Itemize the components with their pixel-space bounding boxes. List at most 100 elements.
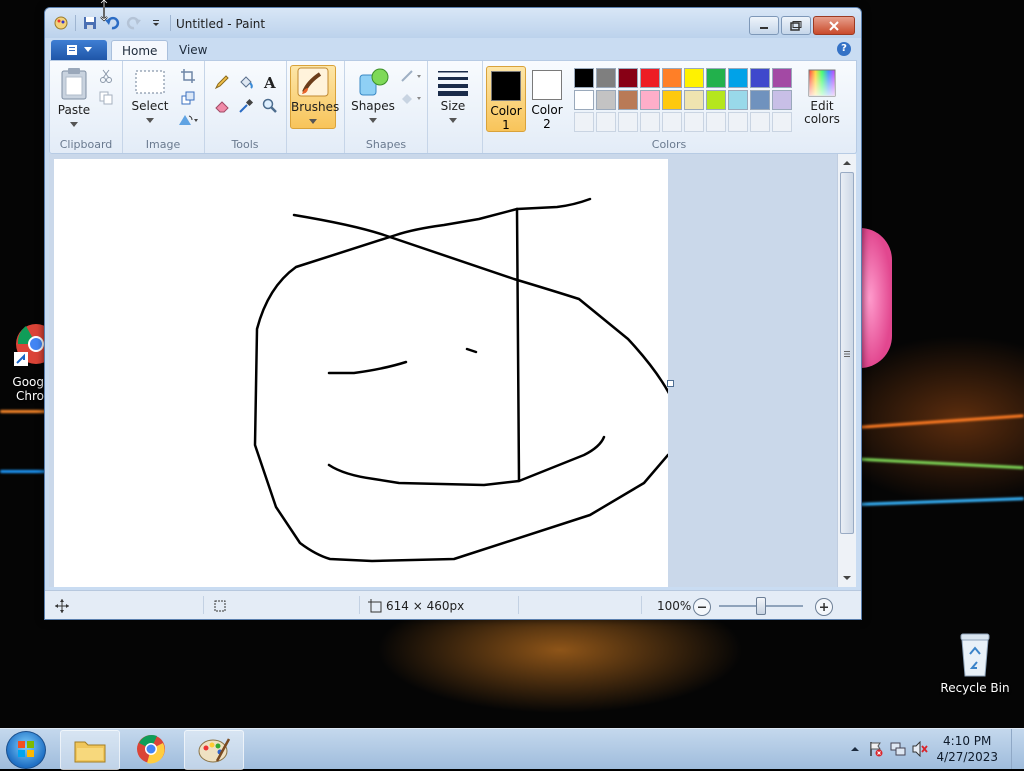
taskbar-paint[interactable] <box>184 730 244 770</box>
status-separator <box>203 596 204 614</box>
canvas-resize-handle-right[interactable] <box>667 380 674 387</box>
text-icon[interactable]: A <box>260 73 280 91</box>
title-bar[interactable]: Untitled - Paint <box>45 8 861 38</box>
palette-swatch-custom[interactable] <box>618 112 638 132</box>
zoom-out-button[interactable] <box>693 598 711 616</box>
shapes-button[interactable]: Shapes <box>349 67 397 127</box>
resize-icon[interactable] <box>178 89 198 107</box>
palette-swatch[interactable] <box>750 90 770 110</box>
palette-swatch[interactable] <box>618 68 638 88</box>
palette-swatch-custom[interactable] <box>684 112 704 132</box>
palette-swatch-custom[interactable] <box>706 112 726 132</box>
customize-qat-chevron-icon[interactable] <box>148 15 164 31</box>
color-1-button[interactable]: Color 1 <box>486 66 526 132</box>
copy-icon[interactable] <box>96 89 116 107</box>
palette-swatch[interactable] <box>684 68 704 88</box>
redo-icon[interactable] <box>126 15 142 31</box>
palette-swatch[interactable] <box>728 68 748 88</box>
fill-icon[interactable] <box>399 89 425 107</box>
maximize-button[interactable] <box>781 16 811 35</box>
paste-button[interactable]: Paste <box>54 67 94 131</box>
palette-swatch-custom[interactable] <box>640 112 660 132</box>
brushes-label: Brushes <box>291 100 340 114</box>
palette-swatch[interactable] <box>596 90 616 110</box>
palette-swatch[interactable] <box>706 68 726 88</box>
taskbar-file-explorer[interactable] <box>60 730 120 770</box>
grip-icon <box>844 351 850 357</box>
palette-swatch[interactable] <box>684 90 704 110</box>
color-2-button[interactable]: Color 2 <box>528 66 566 131</box>
taskbar-clock[interactable]: 4:10 PM 4/27/2023 <box>936 733 998 765</box>
palette-swatch[interactable] <box>596 68 616 88</box>
chevron-down-icon <box>369 118 377 123</box>
palette-swatch[interactable] <box>574 68 594 88</box>
show-hidden-icons-icon[interactable] <box>850 744 860 754</box>
help-icon[interactable]: ? <box>837 42 851 56</box>
pencil-icon[interactable] <box>212 73 232 91</box>
svg-text:A: A <box>263 74 276 90</box>
palette-swatch-custom[interactable] <box>772 112 792 132</box>
palette-swatch[interactable] <box>772 90 792 110</box>
drawing-canvas[interactable] <box>54 159 672 587</box>
paint-app-icon[interactable] <box>53 15 69 31</box>
desktop-icon-recycle-bin[interactable]: Recycle Bin <box>940 632 1010 695</box>
cut-icon[interactable] <box>96 67 116 85</box>
vertical-scrollbar[interactable] <box>837 154 856 587</box>
palette-swatch[interactable] <box>662 68 682 88</box>
desktop-icon-chrome[interactable]: Goog Chro <box>0 320 56 403</box>
vertical-scroll-thumb[interactable] <box>840 172 854 534</box>
palette-swatch[interactable] <box>640 68 660 88</box>
volume-muted-icon[interactable] <box>912 741 928 757</box>
tab-home[interactable]: Home <box>111 40 169 61</box>
crop-icon[interactable] <box>178 67 198 85</box>
select-icon <box>135 70 165 94</box>
tab-view[interactable]: View <box>169 40 217 60</box>
zoom-in-button[interactable] <box>815 598 833 616</box>
zoom-slider-thumb[interactable] <box>756 597 766 615</box>
clock-time: 4:10 PM <box>943 734 992 748</box>
palette-swatch[interactable] <box>640 90 660 110</box>
palette-swatch-custom[interactable] <box>728 112 748 132</box>
palette-swatch[interactable] <box>750 68 770 88</box>
close-button[interactable] <box>813 16 855 35</box>
palette-swatch-custom[interactable] <box>662 112 682 132</box>
size-button[interactable]: Size <box>432 67 474 127</box>
palette-swatch-custom[interactable] <box>750 112 770 132</box>
outline-icon[interactable] <box>399 67 425 85</box>
windows-logo-icon <box>18 741 34 757</box>
action-center-flag-icon[interactable] <box>868 741 884 757</box>
save-icon[interactable] <box>82 15 98 31</box>
palette-swatch[interactable] <box>728 90 748 110</box>
palette-swatch[interactable] <box>706 90 726 110</box>
palette-swatch[interactable] <box>574 90 594 110</box>
brushes-button[interactable]: Brushes <box>290 65 340 129</box>
drawing-strokes <box>253 197 672 563</box>
palette-swatch[interactable] <box>618 90 638 110</box>
scroll-up-icon[interactable] <box>838 156 856 170</box>
palette-swatch[interactable] <box>772 68 792 88</box>
taskbar-chrome[interactable] <box>122 730 180 768</box>
eraser-icon[interactable] <box>212 97 232 115</box>
paint-window: Untitled - Paint Home View ? Paste Clipb… <box>44 7 862 620</box>
palette-swatch-custom[interactable] <box>596 112 616 132</box>
color-picker-icon[interactable] <box>236 97 256 115</box>
network-icon[interactable] <box>890 741 906 757</box>
fill-bucket-icon[interactable] <box>236 73 256 91</box>
magnifier-icon[interactable] <box>260 97 280 115</box>
paste-label: Paste <box>57 103 91 117</box>
palette-swatch-custom[interactable] <box>574 112 594 132</box>
stroke <box>465 347 478 354</box>
minimize-button[interactable] <box>749 16 779 35</box>
selection-size-icon <box>214 600 226 612</box>
file-menu-button[interactable] <box>51 40 107 60</box>
palette-swatch[interactable] <box>662 90 682 110</box>
edit-colors-button[interactable]: Edit colors <box>798 69 846 126</box>
start-button[interactable] <box>6 731 46 769</box>
rotate-icon[interactable] <box>176 111 200 129</box>
desktop-icon-label: Recycle Bin <box>940 681 1010 695</box>
select-button[interactable]: Select <box>128 67 172 127</box>
mouse-cursor-icon <box>100 0 108 22</box>
show-desktop-button[interactable] <box>1011 729 1024 769</box>
scroll-down-icon[interactable] <box>838 571 856 585</box>
clock-date: 4/27/2023 <box>936 750 998 764</box>
